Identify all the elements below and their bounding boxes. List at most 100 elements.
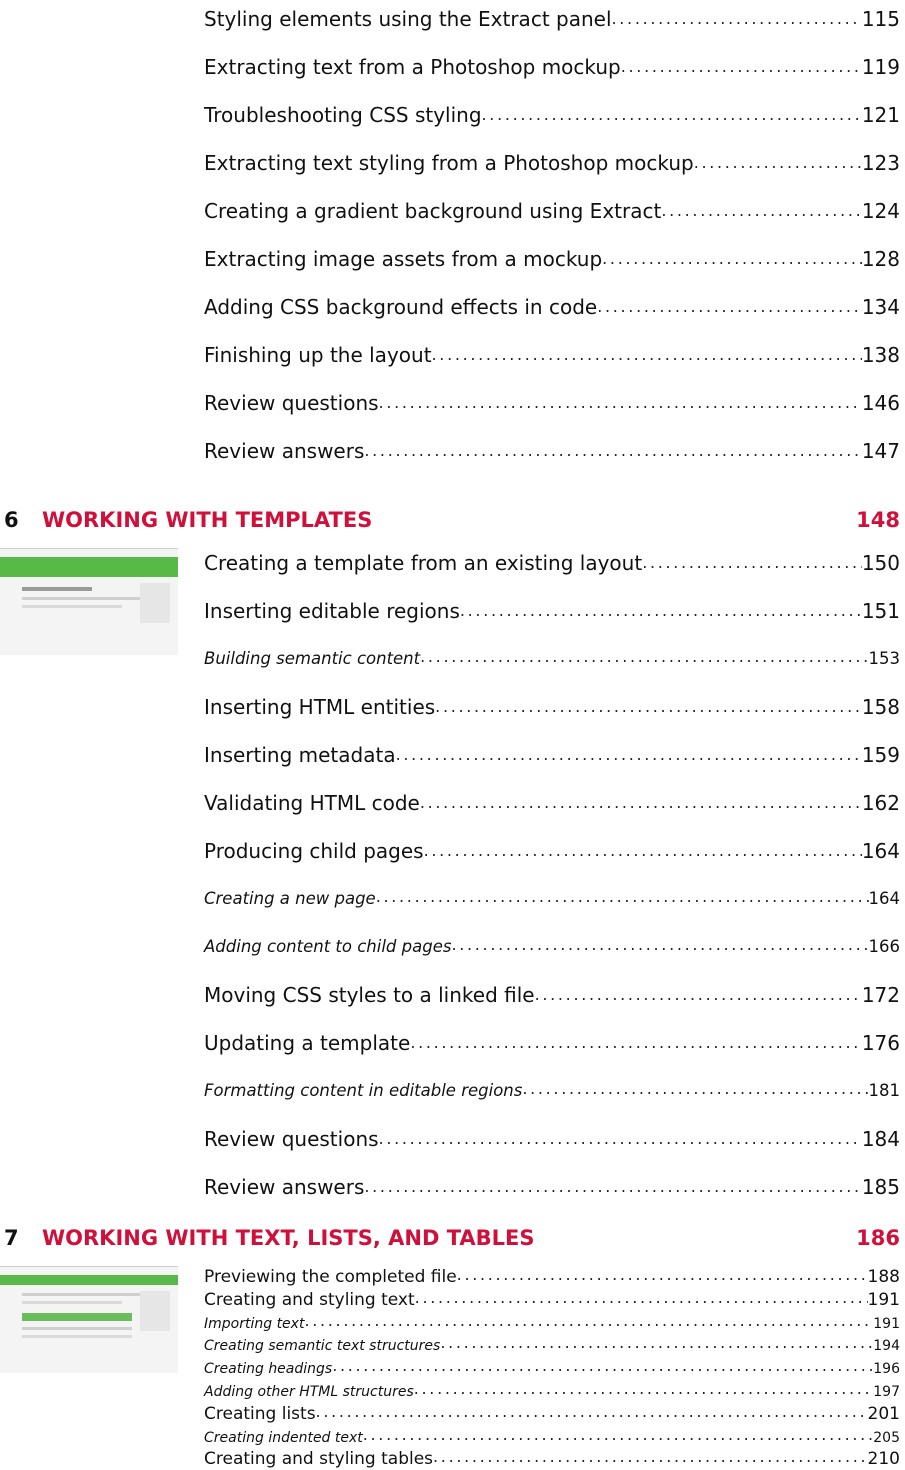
toc-entry[interactable]: Inserting metadata 159 [204,740,900,770]
toc-entry-page: 164 [868,889,901,908]
toc-entry[interactable]: Inserting HTML entities 158 [204,692,900,722]
toc-entry-page: 119 [861,55,900,79]
toc-entry-title: Creating a new page [204,889,376,908]
toc-entry-title: Extracting image assets from a mockup [204,247,603,271]
dot-leader [612,2,862,34]
dot-leader [410,1026,862,1058]
dot-leader [597,290,862,322]
toc-entry-page: 151 [861,599,900,623]
toc-entry-title: Building semantic content [204,649,421,668]
toc-entry-title: Creating indented text [204,1429,363,1446]
toc-subentry[interactable]: Creating headings 196 [204,1357,900,1379]
dot-leader [304,1310,873,1333]
dot-leader [420,642,868,672]
toc-entry[interactable]: Troubleshooting CSS styling 121 [204,100,900,130]
toc-entry-title: Adding CSS background effects in code [204,295,598,319]
toc-entry-page: 115 [861,7,900,31]
dot-leader [440,1332,873,1355]
dot-leader [332,1355,873,1378]
toc-entry-title: Creating lists [204,1403,316,1424]
toc-entry[interactable]: Moving CSS styles to a linked file 172 [204,980,900,1010]
toc-entry[interactable]: Review answers 185 [204,1172,900,1202]
toc-entry-title: Review answers [204,1175,365,1199]
toc-entry[interactable]: Creating and styling tables 210 [204,1448,900,1470]
toc-entry-title: Inserting editable regions [204,599,460,623]
toc-entry-title: Producing child pages [204,839,424,863]
toc-entry-page: 166 [868,937,901,956]
toc-entry-title: Adding content to child pages [204,937,452,956]
dot-leader [460,594,862,626]
toc-entry-page: 158 [861,695,900,719]
toc-entry[interactable]: Previewing the completed file 188 [204,1266,900,1288]
dot-leader [376,882,869,912]
toc-entry[interactable]: Review answers 147 [204,436,900,466]
toc-entry[interactable]: Validating HTML code 162 [204,788,900,818]
toc-entry-title: Importing text [204,1315,305,1332]
toc-entry-page: 194 [873,1338,900,1355]
toc-entry[interactable]: Adding CSS background effects in code 134 [204,292,900,322]
toc-entry-title: Creating a gradient background using Ext… [204,199,662,223]
toc-subentry[interactable]: Importing text 191 [204,1312,900,1334]
chapter-thumbnail-image [0,1266,178,1373]
chapter-heading[interactable]: 7 WORKING WITH TEXT, LISTS, AND TABLES 186 [4,1226,900,1260]
dot-leader [694,146,862,178]
dot-leader [602,242,862,274]
toc-entry-page: 128 [861,247,900,271]
toc-entry[interactable]: Finishing up the layout 138 [204,340,900,370]
toc-entry[interactable]: Creating lists 201 [204,1403,900,1425]
dot-leader [424,834,862,866]
toc-entry[interactable]: Creating and styling text 191 [204,1289,900,1311]
toc-entry-title: Formatting content in editable regions [204,1081,523,1100]
dot-leader [433,1446,868,1468]
dot-leader [415,1287,868,1309]
dot-leader [457,1264,868,1286]
toc-entry-page: 164 [861,839,900,863]
dot-leader [414,1378,874,1401]
toc-entry[interactable]: Review questions 146 [204,388,900,418]
toc-entry-title: Inserting HTML entities [204,695,436,719]
toc-entry-title: Previewing the completed file [204,1267,457,1287]
toc-entry-title: Extracting text from a Photoshop mockup [204,55,621,79]
toc-entry-page: 124 [861,199,900,223]
toc-entry-page: 134 [861,295,900,319]
chapter-thumbnail-image [0,548,178,655]
toc-subentry[interactable]: Adding other HTML structures 197 [204,1380,900,1402]
toc-entry-page: 150 [861,551,900,575]
toc-entry-title: Adding other HTML structures [204,1384,414,1400]
toc-entry-title: Creating and styling text [204,1289,415,1310]
toc-entry-page: 172 [861,983,900,1007]
toc-entry[interactable]: Extracting image assets from a mockup 128 [204,244,900,274]
toc-entry[interactable]: Extracting text styling from a Photoshop… [204,148,900,178]
toc-entry-title: Validating HTML code [204,791,420,815]
toc-subentry[interactable]: Formatting content in editable regions 18… [204,1076,900,1106]
toc-subentry[interactable]: Creating a new page 164 [204,884,900,914]
chapter-page: 148 [856,508,900,532]
toc-entry[interactable]: Inserting editable regions 151 [204,596,900,626]
dot-leader [379,1122,862,1154]
toc-subentry[interactable]: Creating semantic text structures 194 [204,1334,900,1356]
toc-entry-page: 196 [873,1361,900,1378]
toc-entry[interactable]: Creating a gradient background using Ext… [204,196,900,226]
toc-entry-page: 191 [873,1315,900,1332]
dot-leader [396,738,862,770]
toc-subentry[interactable]: Building semantic content 153 [204,644,900,674]
chapter-heading[interactable]: 6 WORKING WITH TEMPLATES 148 [4,508,900,542]
dot-leader [522,1074,868,1104]
toc-entry-page: 153 [868,649,901,668]
toc-entry[interactable]: Styling elements using the Extract panel… [204,4,900,34]
toc-entry[interactable]: Creating a template from an existing lay… [204,548,900,578]
toc-subentry[interactable]: Adding content to child pages 166 [204,932,900,962]
toc-entry[interactable]: Review questions 184 [204,1124,900,1154]
chapter-number: 6 [4,508,19,532]
toc-entry-title: Updating a template [204,1031,411,1055]
toc-entry[interactable]: Producing child pages 164 [204,836,900,866]
toc-entry-page: 123 [861,151,900,175]
toc-entry-page: 159 [861,743,900,767]
toc-entry[interactable]: Updating a template 176 [204,1028,900,1058]
toc-entry-page: 146 [861,391,900,415]
dot-leader [432,338,862,370]
toc-entry[interactable]: Extracting text from a Photoshop mockup 1… [204,52,900,82]
toc-entry-title: Extracting text styling from a Photoshop… [204,151,694,175]
chapter-page: 186 [856,1226,900,1250]
toc-subentry[interactable]: Creating indented text 205 [204,1426,900,1448]
